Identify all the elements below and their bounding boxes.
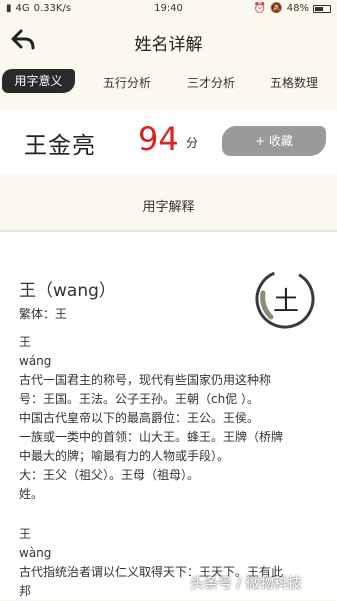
explanation-line: wáng [19, 354, 52, 368]
mute-icon: 🔕 [270, 3, 283, 14]
traditional-form: 繁体：王 [19, 307, 68, 321]
character-heading: 王（wang） [19, 281, 116, 301]
explanation-line: 王 [19, 335, 32, 349]
explanation-line: 古代一国君主的称号，现代有些国家仍用这种称 [19, 373, 272, 387]
explanation-line: 大：王父（祖父）。王母（祖母）。 [19, 468, 200, 482]
full-name: 王金亮 [24, 133, 96, 159]
tab-three-talents[interactable]: 三才分析 [176, 74, 246, 91]
character-explanation: 王 wáng 古代一国君主的称号，现代有些国家仍用这种称 号：王国。王法。公子王… [19, 333, 319, 601]
explanation-line: wàng [19, 546, 52, 560]
name-score: 94 [138, 120, 179, 158]
explanation-line: 姓。 [19, 487, 44, 501]
explanation-line: 号：王国。王法。公子王孙。王朝（ch伲 ）。 [19, 392, 260, 406]
score-card: 王金亮 94 分 + 收藏 [0, 110, 337, 174]
page-title: 姓名详解 [134, 35, 203, 55]
element-seal-char: 土 [273, 287, 299, 317]
battery-icon [313, 4, 331, 13]
alarm-icon: ⏰ [253, 3, 267, 14]
explanation-line: 王 [19, 527, 32, 541]
header: 姓名详解 [0, 18, 337, 64]
explanation-line: 中最大的牌；喻最有力的人物或手段）。 [19, 449, 230, 463]
favorite-button[interactable]: + 收藏 [222, 126, 326, 156]
tab-bar: 用字意义 五行分析 三才分析 五格数理 [0, 66, 337, 96]
status-right: ⏰ 🔕 48% [254, 3, 331, 14]
score-unit: 分 [186, 136, 199, 150]
character-panel: 王（wang） 繁体：王 土 王 wáng 古代一国君主的称号，现代有些国家仍用… [0, 232, 337, 600]
tab-five-elements[interactable]: 五行分析 [92, 74, 162, 91]
explanation-line: 一族或一类中的首领：山大王。蜂王。王牌（桥牌 [19, 430, 284, 444]
watermark: 头条号 / 微物科技 [190, 576, 302, 592]
tab-five-grids[interactable]: 五格数理 [258, 74, 330, 91]
tab-character-meaning[interactable]: 用字意义 [2, 69, 75, 93]
status-bar: ▮ 4G 0.33K/s 19:40 ⏰ 🔕 48% [0, 0, 337, 18]
section-title: 用字解释 [142, 200, 195, 215]
explanation-line: 中国古代皇帝以下的最高爵位：王公。王侯。 [19, 411, 260, 425]
battery-percent: 48% [286, 3, 309, 14]
element-seal-icon: 土 [255, 269, 315, 329]
